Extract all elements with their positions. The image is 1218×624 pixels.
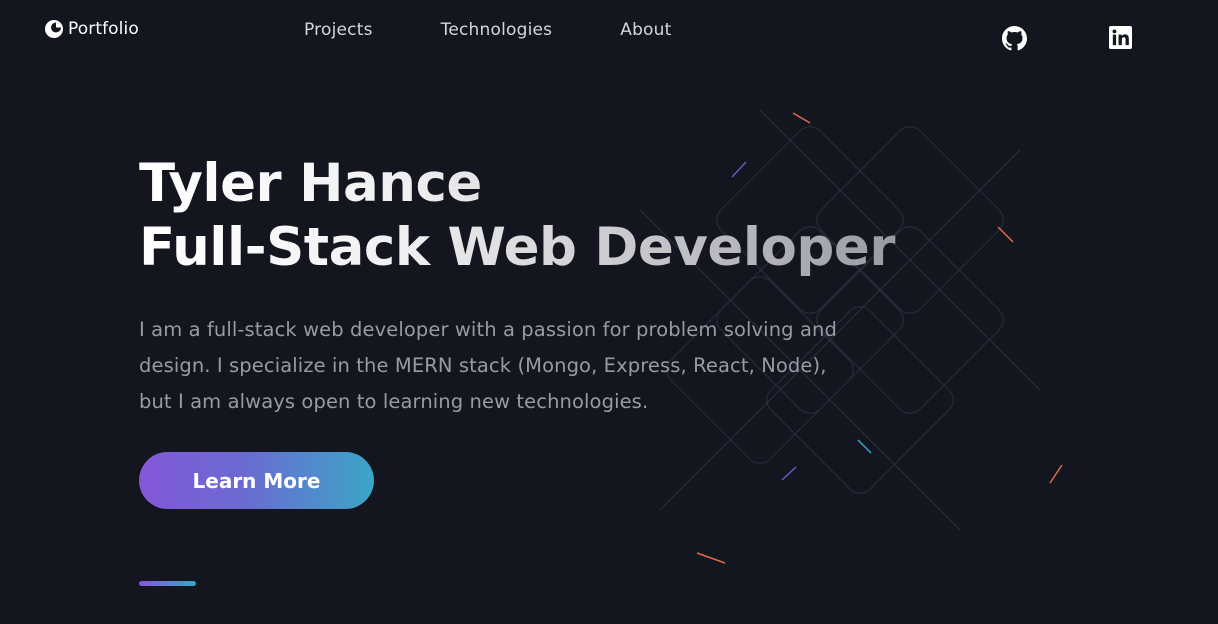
site-header: Portfolio Projects Technologies About <box>0 0 1218 64</box>
hero-description: I am a full-stack web developer with a p… <box>139 318 837 413</box>
linkedin-icon <box>1109 26 1132 49</box>
hero-title-role: Full-Stack Web Developer <box>139 217 895 278</box>
github-icon <box>1002 26 1027 51</box>
nav-link-technologies[interactable]: Technologies <box>441 20 553 40</box>
linkedin-link[interactable] <box>1109 26 1132 49</box>
nav-link-about[interactable]: About <box>620 20 671 40</box>
logo-icon <box>44 19 64 39</box>
section-divider <box>139 581 196 586</box>
page: Portfolio Projects Technologies About Ty… <box>0 0 1218 624</box>
hero-section: Tyler Hance Full-Stack Web Developer I a… <box>139 152 899 413</box>
nav-link-projects[interactable]: Projects <box>304 20 373 40</box>
hero-title: Tyler Hance Full-Stack Web Developer <box>139 152 899 280</box>
logo-text: Portfolio <box>68 19 139 39</box>
learn-more-button[interactable]: Learn More <box>139 452 374 509</box>
hero-title-name: Tyler Hance <box>139 153 482 214</box>
logo-link[interactable]: Portfolio <box>44 19 139 39</box>
main-nav: Projects Technologies About <box>304 20 672 40</box>
github-link[interactable] <box>1002 26 1027 51</box>
